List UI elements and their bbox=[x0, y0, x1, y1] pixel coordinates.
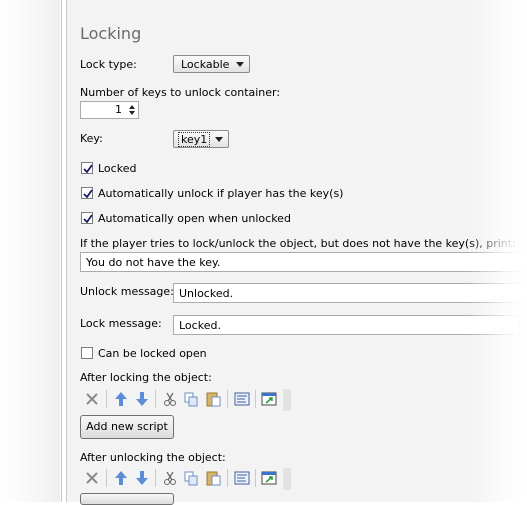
lock-type-dropdown[interactable]: Lockable bbox=[173, 55, 250, 73]
toolbar-separator bbox=[255, 390, 256, 408]
toolbar-separator bbox=[155, 390, 156, 408]
add-new-script-button[interactable]: Add new script bbox=[80, 415, 174, 439]
auto-open-checkbox[interactable] bbox=[81, 212, 93, 224]
after-locking-toolbar bbox=[83, 388, 293, 411]
cut-icon[interactable] bbox=[161, 469, 179, 487]
toolbar-overflow-grip[interactable] bbox=[283, 468, 291, 490]
delete-icon[interactable] bbox=[83, 390, 101, 408]
cut-icon[interactable] bbox=[161, 390, 179, 408]
auto-unlock-label: Automatically unlock if player has the k… bbox=[98, 187, 344, 200]
section-title: Locking bbox=[80, 24, 142, 43]
copy-icon[interactable] bbox=[182, 390, 200, 408]
chevron-down-icon bbox=[215, 137, 223, 142]
lock-message-input[interactable]: Locked. bbox=[173, 315, 520, 335]
paste-icon[interactable] bbox=[204, 469, 222, 487]
can-be-locked-open-label: Can be locked open bbox=[98, 347, 207, 360]
locked-checkbox[interactable] bbox=[81, 162, 93, 174]
toolbar-separator bbox=[106, 469, 107, 487]
paste-icon[interactable] bbox=[204, 390, 222, 408]
spin-down-icon[interactable] bbox=[129, 111, 135, 115]
after-unlocking-toolbar bbox=[83, 467, 293, 490]
toolbar-separator bbox=[106, 390, 107, 408]
num-keys-stepper[interactable]: 1 bbox=[80, 101, 139, 119]
can-be-locked-open-checkbox[interactable] bbox=[81, 347, 93, 359]
auto-open-label: Automatically open when unlocked bbox=[98, 212, 291, 225]
locked-label: Locked bbox=[98, 162, 137, 175]
num-keys-value: 1 bbox=[115, 103, 122, 116]
lock-type-value: Lockable bbox=[181, 58, 230, 71]
popout-icon[interactable] bbox=[260, 469, 278, 487]
lock-message-label: Lock message: bbox=[80, 317, 162, 330]
auto-unlock-checkbox[interactable] bbox=[81, 187, 93, 199]
lock-type-label: Lock type: bbox=[80, 58, 137, 71]
no-key-message-input[interactable]: You do not have the key. bbox=[80, 252, 527, 272]
divider-line bbox=[61, 0, 62, 502]
code-view-icon[interactable] bbox=[233, 469, 251, 487]
move-down-icon[interactable] bbox=[133, 469, 151, 487]
add-new-script-button-partial[interactable] bbox=[80, 493, 174, 505]
checkmark-icon bbox=[83, 189, 93, 199]
after-unlocking-label: After unlocking the object: bbox=[80, 451, 226, 464]
chevron-down-icon bbox=[236, 62, 244, 67]
spin-up-icon[interactable] bbox=[129, 105, 135, 109]
after-locking-label: After locking the object: bbox=[80, 371, 212, 384]
key-value: key1 bbox=[178, 132, 211, 147]
key-label: Key: bbox=[80, 132, 103, 145]
checkmark-icon bbox=[83, 164, 93, 174]
move-up-icon[interactable] bbox=[112, 390, 130, 408]
unlock-message-label: Unlock message: bbox=[80, 285, 174, 298]
copy-icon[interactable] bbox=[182, 469, 200, 487]
toolbar-separator bbox=[155, 469, 156, 487]
toolbar-separator bbox=[227, 469, 228, 487]
delete-icon[interactable] bbox=[83, 469, 101, 487]
unlock-message-input[interactable]: Unlocked. bbox=[173, 283, 527, 303]
left-strip bbox=[0, 0, 60, 502]
toolbar-separator bbox=[255, 469, 256, 487]
toolbar-overflow-grip[interactable] bbox=[283, 389, 291, 411]
toolbar-separator bbox=[227, 390, 228, 408]
no-key-message-label: If the player tries to lock/unlock the o… bbox=[80, 237, 516, 250]
code-view-icon[interactable] bbox=[233, 390, 251, 408]
move-up-icon[interactable] bbox=[112, 469, 130, 487]
checkmark-icon bbox=[83, 214, 93, 224]
num-keys-label: Number of keys to unlock container: bbox=[80, 86, 281, 99]
move-down-icon[interactable] bbox=[133, 390, 151, 408]
popout-icon[interactable] bbox=[260, 390, 278, 408]
key-dropdown[interactable]: key1 bbox=[173, 130, 229, 148]
